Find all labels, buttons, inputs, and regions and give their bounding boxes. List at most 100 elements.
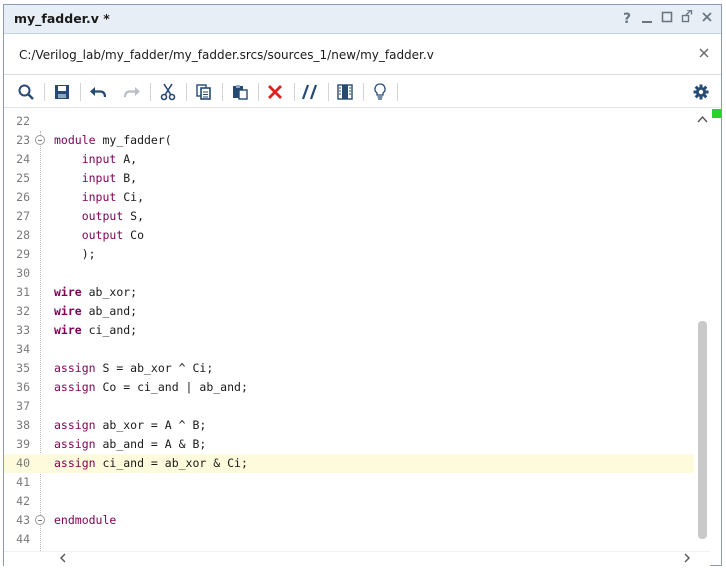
- scroll-up-icon[interactable]: [697, 113, 708, 126]
- toolbar-separator: [294, 83, 295, 101]
- line-code: wire ab_and;: [54, 304, 138, 318]
- line-code: endmodule: [54, 513, 117, 527]
- line-code: wire ci_and;: [54, 323, 138, 337]
- line-code: assign Co = ci_and | ab_and;: [54, 380, 248, 394]
- line-number: 27: [16, 209, 30, 223]
- file-path-bar: C:/Verilog_lab/my_fadder/my_fadder.srcs/…: [4, 35, 721, 75]
- close-icon[interactable]: [699, 10, 715, 28]
- toolbar-separator: [363, 83, 364, 101]
- save-icon[interactable]: [51, 81, 73, 103]
- line-code: input B,: [81, 171, 138, 185]
- line-number: 35: [16, 361, 30, 375]
- code-line[interactable]: 24 input A,: [4, 150, 694, 169]
- editor-window: my_fadder.v * ? C:/Verilog_lab/my_fadder…: [3, 4, 722, 566]
- line-code: input A,: [81, 152, 138, 166]
- code-line[interactable]: 28 output Co: [4, 226, 694, 245]
- toolbar-separator: [80, 83, 81, 101]
- line-number: 26: [16, 190, 30, 204]
- code-line[interactable]: 44: [4, 530, 694, 549]
- horizontal-scrollbar[interactable]: [4, 551, 710, 566]
- toolbar-separator: [186, 83, 187, 101]
- toolbar-separator: [44, 83, 45, 101]
- code-editor[interactable]: 22 23 module my_fadder(24 input A, 25 input…: [4, 109, 721, 551]
- fold-toggle-icon[interactable]: [35, 135, 45, 145]
- cut-icon[interactable]: [157, 81, 179, 103]
- toggle-columns-icon[interactable]: [334, 81, 356, 103]
- line-number: 32: [16, 304, 30, 318]
- line-code: assign ab_and = A & B;: [54, 437, 207, 451]
- code-line[interactable]: 23 module my_fadder(: [4, 131, 694, 150]
- toolbar-separator: [150, 83, 151, 101]
- line-number: 42: [16, 494, 30, 508]
- minimize-icon[interactable]: [639, 10, 655, 28]
- line-number: 39: [16, 437, 30, 451]
- search-icon[interactable]: [15, 81, 37, 103]
- vertical-scroll-thumb[interactable]: [698, 321, 707, 539]
- title-bar: my_fadder.v * ?: [4, 5, 721, 34]
- file-path: C:/Verilog_lab/my_fadder/my_fadder.srcs/…: [19, 48, 434, 62]
- code-line[interactable]: 38 assign ab_xor = A ^ B;: [4, 416, 694, 435]
- line-number: 22: [16, 114, 30, 128]
- line-number: 36: [16, 380, 30, 394]
- code-line[interactable]: 37: [4, 397, 694, 416]
- code-line[interactable]: 31 wire ab_xor;: [4, 283, 694, 302]
- line-number: 34: [16, 342, 30, 356]
- line-number: 33: [16, 323, 30, 337]
- code-line[interactable]: 29 );: [4, 245, 694, 264]
- help-icon[interactable]: ?: [619, 10, 635, 28]
- window-title: my_fadder.v *: [14, 11, 110, 26]
- delete-icon[interactable]: [264, 81, 286, 103]
- code-line[interactable]: 25 input B,: [4, 169, 694, 188]
- vertical-scrollbar[interactable]: [695, 109, 710, 551]
- code-line[interactable]: 40 assign ci_and = ab_xor & Ci;: [4, 454, 694, 473]
- lightbulb-icon[interactable]: [369, 81, 391, 103]
- line-number: 30: [16, 266, 30, 280]
- code-line[interactable]: 27 output S,: [4, 207, 694, 226]
- code-line[interactable]: 32 wire ab_and;: [4, 302, 694, 321]
- undo-icon[interactable]: [87, 81, 109, 103]
- comment-icon[interactable]: [299, 81, 321, 103]
- code-line[interactable]: 34: [4, 340, 694, 359]
- line-number: 31: [16, 285, 30, 299]
- toolbar-separator: [258, 83, 259, 101]
- line-code: assign ab_xor = A ^ B;: [54, 418, 207, 432]
- line-number: 44: [16, 532, 30, 546]
- line-code: assign S = ab_xor ^ Ci;: [54, 361, 214, 375]
- scroll-left-icon[interactable]: [59, 552, 67, 567]
- toolbar-separator: [328, 83, 329, 101]
- code-line[interactable]: 39 assign ab_and = A & B;: [4, 435, 694, 454]
- line-code: output S,: [81, 209, 145, 223]
- fold-toggle-icon[interactable]: [35, 515, 45, 525]
- code-line[interactable]: 41: [4, 473, 694, 492]
- code-line[interactable]: 43 endmodule: [4, 511, 694, 530]
- line-code: wire ab_xor;: [54, 285, 138, 299]
- editor-toolbar: [4, 76, 721, 108]
- code-line[interactable]: 42: [4, 492, 694, 511]
- restore-icon[interactable]: [679, 9, 695, 28]
- toolbar-separator: [397, 83, 398, 101]
- code-line[interactable]: 36 assign Co = ci_and | ab_and;: [4, 378, 694, 397]
- paste-icon[interactable]: [229, 81, 251, 103]
- line-number: 24: [16, 152, 30, 166]
- maximize-icon[interactable]: [659, 10, 675, 28]
- settings-icon[interactable]: [690, 81, 712, 103]
- copy-icon[interactable]: [193, 81, 215, 103]
- code-line[interactable]: 30: [4, 264, 694, 283]
- line-number: 37: [16, 399, 30, 413]
- line-number: 23: [16, 133, 30, 147]
- line-number: 28: [16, 228, 30, 242]
- toolbar-separator: [222, 83, 223, 101]
- path-close-icon[interactable]: [699, 46, 709, 62]
- code-line[interactable]: 35 assign S = ab_xor ^ Ci;: [4, 359, 694, 378]
- redo-icon[interactable]: [121, 81, 143, 103]
- line-number: 40: [16, 456, 30, 470]
- line-number: 43: [16, 513, 30, 527]
- scroll-right-icon[interactable]: [683, 552, 691, 567]
- line-code: );: [54, 247, 96, 261]
- status-marker: [712, 109, 721, 118]
- code-line[interactable]: 22: [4, 112, 694, 131]
- line-number: 38: [16, 418, 30, 432]
- code-line[interactable]: 26 input Ci,: [4, 188, 694, 207]
- line-number: 25: [16, 171, 30, 185]
- code-line[interactable]: 33 wire ci_and;: [4, 321, 694, 340]
